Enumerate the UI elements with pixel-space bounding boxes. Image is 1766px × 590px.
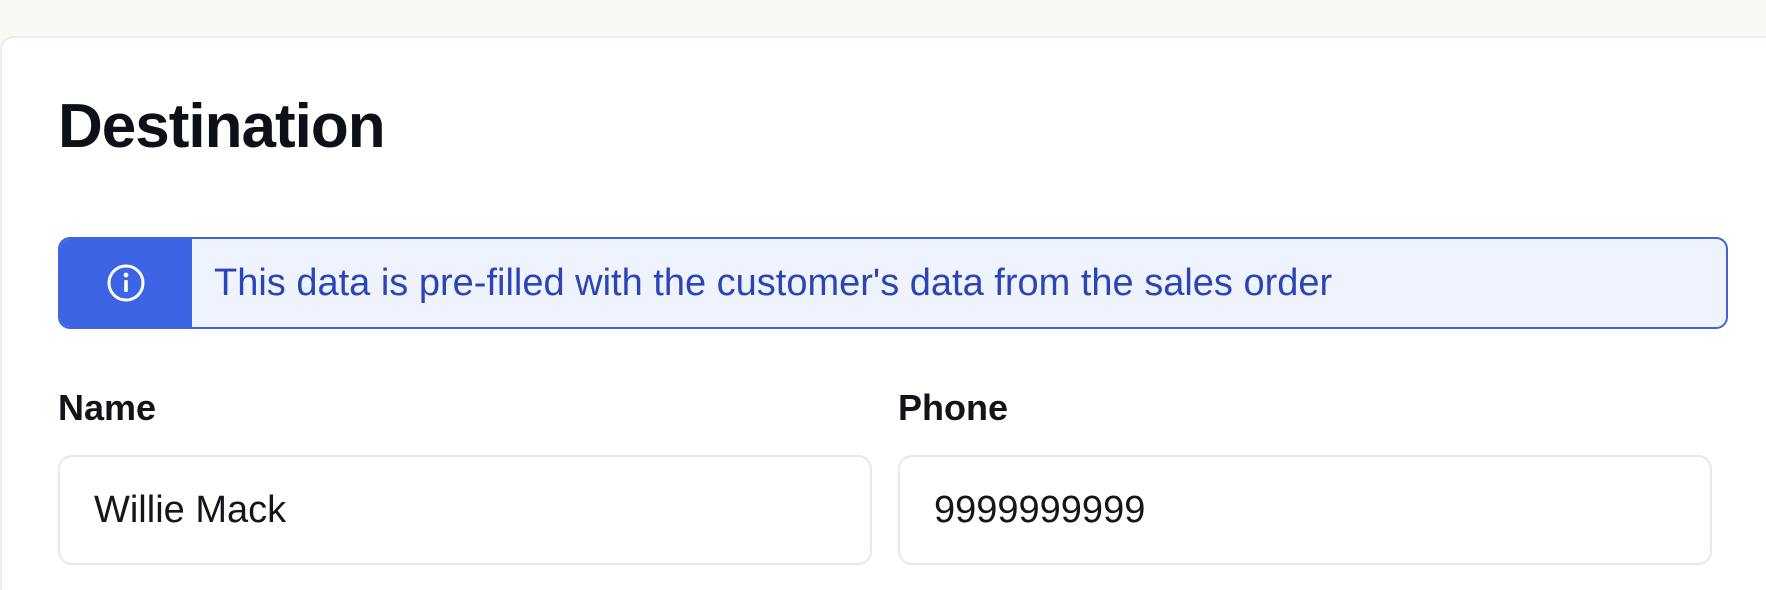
name-label: Name	[58, 387, 157, 428]
phone-input[interactable]	[898, 455, 1712, 565]
top-bar-strip	[0, 0, 1766, 36]
name-input[interactable]	[58, 455, 872, 565]
notice-text: This data is pre-filled with the custome…	[214, 261, 1333, 304]
phone-label: Phone	[898, 387, 1009, 428]
info-icon	[107, 264, 145, 302]
info-notice: This data is pre-filled with the custome…	[58, 237, 1728, 329]
section-title: Destination	[58, 92, 386, 161]
notice-icon-panel	[60, 239, 192, 327]
